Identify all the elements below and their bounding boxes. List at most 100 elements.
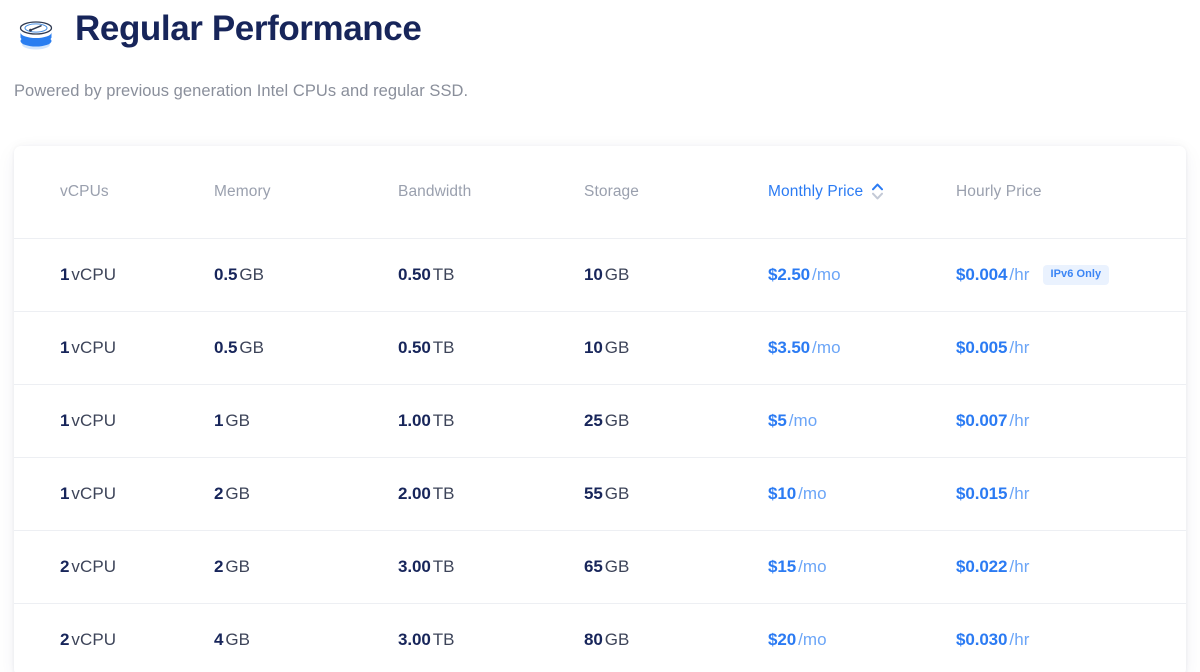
vcpus-value: 2 xyxy=(60,556,70,576)
pricing-table: vCPUs Memory Bandwidth Storage Monthly P… xyxy=(14,146,1186,672)
cell-storage: 55 GB xyxy=(584,456,768,530)
memory-value: 2 xyxy=(214,483,224,503)
hourly-value: $0.030 xyxy=(956,629,1008,649)
hourly-value: $0.005 xyxy=(956,337,1008,357)
cell-monthly: $20/mo xyxy=(768,602,956,672)
cell-hourly: $0.022/hr xyxy=(956,529,1186,603)
hourly-unit: /hr xyxy=(1009,410,1030,430)
cell-storage: 10 GB xyxy=(584,237,768,311)
cell-memory: 0.5 GB xyxy=(214,310,398,384)
sort-monthly-price-button[interactable]: Monthly Price xyxy=(768,182,884,201)
storage-value: 80 xyxy=(584,629,603,649)
column-header-monthly-price-label: Monthly Price xyxy=(768,182,864,200)
hourly-unit: /hr xyxy=(1009,264,1030,284)
monthly-unit: /mo xyxy=(798,556,827,576)
cell-monthly: $2.50/mo xyxy=(768,237,956,311)
cell-vcpus: 2 vCPU xyxy=(14,602,214,672)
cell-memory: 2 GB xyxy=(214,529,398,603)
memory-value: 0.5 xyxy=(214,337,238,357)
bandwidth-value: 1.00 xyxy=(398,410,431,430)
cell-bandwidth: 3.00 TB xyxy=(398,602,584,672)
column-header-storage-label: Storage xyxy=(584,182,639,200)
cell-storage: 65 GB xyxy=(584,529,768,603)
monthly-unit: /mo xyxy=(812,264,841,284)
bandwidth-unit: TB xyxy=(432,337,455,357)
cell-memory: 1 GB xyxy=(214,383,398,457)
hourly-price-text: $0.015/hr xyxy=(956,484,1030,504)
storage-unit: GB xyxy=(604,410,630,430)
monthly-value: $5 xyxy=(768,410,787,430)
column-header-bandwidth: Bandwidth xyxy=(398,146,584,238)
bandwidth-value: 0.50 xyxy=(398,264,431,284)
storage-unit: GB xyxy=(604,556,630,576)
performance-disk-icon xyxy=(14,6,58,52)
column-header-monthly-price[interactable]: Monthly Price xyxy=(768,146,956,238)
memory-unit: GB xyxy=(225,556,251,576)
page-subtitle: Powered by previous generation Intel CPU… xyxy=(14,82,469,100)
page-header: Regular Performance Powered by previous … xyxy=(0,0,1200,101)
storage-value: 25 xyxy=(584,410,603,430)
table-header-row: vCPUs Memory Bandwidth Storage Monthly P… xyxy=(14,146,1186,238)
table-body: 1 vCPU 0.5 GB 0.50 TB 10 GB $2.50/mo $0.004/hr IPv… xyxy=(14,237,1186,672)
table-row[interactable]: 2 vCPU 2 GB 3.00 TB 65 GB $15/mo $0.022/hr xyxy=(14,529,1186,603)
vcpus-value: 2 xyxy=(60,629,70,649)
monthly-value: $15 xyxy=(768,556,797,576)
monthly-unit: /mo xyxy=(788,410,818,430)
cell-monthly: $5/mo xyxy=(768,383,956,457)
column-header-hourly-price-label: Hourly Price xyxy=(956,182,1042,200)
memory-value: 0.5 xyxy=(214,264,238,284)
vcpus-unit: vCPU xyxy=(71,629,117,649)
table-row[interactable]: 2 vCPU 4 GB 3.00 TB 80 GB $20/mo $0.030/hr xyxy=(14,602,1186,672)
bandwidth-value: 0.50 xyxy=(398,337,431,357)
table-row[interactable]: 1 vCPU 0.5 GB 0.50 TB 10 GB $2.50/mo $0.004/hr IPv… xyxy=(14,237,1186,311)
cell-vcpus: 1 vCPU xyxy=(14,383,214,457)
hourly-value: $0.007 xyxy=(956,410,1008,430)
storage-unit: GB xyxy=(604,337,630,357)
monthly-value: $3.50 xyxy=(768,337,811,357)
cell-vcpus: 1 vCPU xyxy=(14,456,214,530)
bandwidth-unit: TB xyxy=(432,264,455,284)
column-header-memory: Memory xyxy=(214,146,398,238)
vcpus-value: 1 xyxy=(60,337,70,357)
cell-vcpus: 1 vCPU xyxy=(14,237,214,311)
vcpus-unit: vCPU xyxy=(71,410,117,430)
table-row[interactable]: 1 vCPU 1 GB 1.00 TB 25 GB $5/mo $0.007/hr xyxy=(14,383,1186,457)
column-header-vcpus-label: vCPUs xyxy=(60,182,109,200)
hourly-unit: /hr xyxy=(1009,483,1030,503)
vcpus-unit: vCPU xyxy=(71,556,117,576)
hourly-price-text: $0.030/hr xyxy=(956,630,1030,650)
cell-vcpus: 1 vCPU xyxy=(14,310,214,384)
hourly-value: $0.022 xyxy=(956,556,1008,576)
cell-bandwidth: 3.00 TB xyxy=(398,529,584,603)
column-header-storage: Storage xyxy=(584,146,768,238)
cell-bandwidth: 2.00 TB xyxy=(398,456,584,530)
table-row[interactable]: 1 vCPU 0.5 GB 0.50 TB 10 GB $3.50/mo $0.005/hr xyxy=(14,310,1186,384)
memory-unit: GB xyxy=(239,264,265,284)
cell-storage: 10 GB xyxy=(584,310,768,384)
table-row[interactable]: 1 vCPU 2 GB 2.00 TB 55 GB $10/mo $0.015/hr xyxy=(14,456,1186,530)
cell-memory: 2 GB xyxy=(214,456,398,530)
table-header: vCPUs Memory Bandwidth Storage Monthly P… xyxy=(14,146,1186,238)
cell-storage: 80 GB xyxy=(584,602,768,672)
memory-value: 4 xyxy=(214,629,224,649)
bandwidth-value: 3.00 xyxy=(398,556,431,576)
hourly-price-text: $0.005/hr xyxy=(956,338,1030,358)
storage-value: 55 xyxy=(584,483,603,503)
monthly-unit: /mo xyxy=(798,483,827,503)
storage-unit: GB xyxy=(604,629,630,649)
storage-unit: GB xyxy=(604,264,630,284)
cell-monthly: $10/mo xyxy=(768,456,956,530)
vcpus-unit: vCPU xyxy=(71,337,117,357)
pricing-card: vCPUs Memory Bandwidth Storage Monthly P… xyxy=(14,146,1186,672)
cell-bandwidth: 1.00 TB xyxy=(398,383,584,457)
storage-value: 65 xyxy=(584,556,603,576)
bandwidth-unit: TB xyxy=(432,556,455,576)
storage-unit: GB xyxy=(604,483,630,503)
vcpus-value: 1 xyxy=(60,264,70,284)
pricing-page: Regular Performance Powered by previous … xyxy=(0,0,1200,672)
cell-hourly: $0.015/hr xyxy=(956,456,1186,530)
bandwidth-unit: TB xyxy=(432,483,455,503)
bandwidth-unit: TB xyxy=(432,629,455,649)
pricing-card-wrapper: vCPUs Memory Bandwidth Storage Monthly P… xyxy=(14,146,1186,672)
sort-chevrons-icon[interactable] xyxy=(872,183,884,201)
